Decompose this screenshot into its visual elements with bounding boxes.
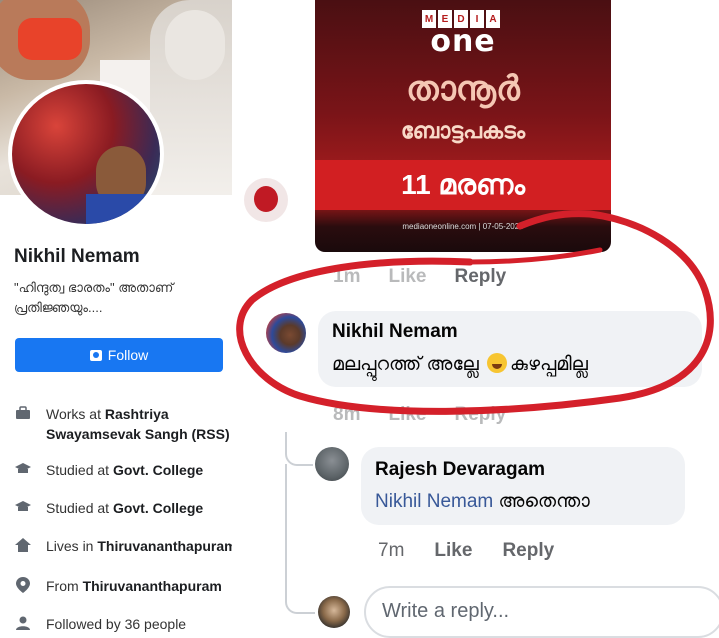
thread-connector	[285, 586, 315, 614]
info-row-education-2: Studied at Govt. College	[14, 498, 232, 518]
reply-input[interactable]: Write a reply...	[364, 586, 719, 638]
info-prefix: From	[46, 578, 83, 594]
comment-author[interactable]: Nikhil Nemam	[332, 321, 458, 343]
comment-text-part: കുഴപ്പമില്ല	[510, 354, 588, 375]
sticker-icon	[244, 178, 288, 222]
info-prefix: Lives in	[46, 538, 98, 554]
comment-author[interactable]: Rajesh Devaragam	[375, 459, 545, 481]
current-user-avatar	[318, 596, 350, 628]
home-icon	[14, 536, 32, 554]
comment-like-button[interactable]: Like	[388, 404, 426, 426]
info-prefix: Works at	[46, 406, 105, 422]
info-row-followers: Followed by 36 people	[14, 614, 232, 632]
news-logo-one: one	[430, 24, 496, 59]
comment-like-button[interactable]: Like	[434, 540, 472, 562]
cover-beard	[165, 10, 225, 80]
news-headline-event: ബോട്ടപകടം	[400, 118, 526, 143]
briefcase-icon	[14, 404, 32, 422]
post-meta-row: 1m Like Reply	[333, 266, 506, 288]
cover-face-mask	[18, 18, 82, 60]
reply-bubble: Rajesh Devaragam Nikhil Nemam അതെന്താ	[361, 447, 685, 525]
followers-icon	[14, 614, 32, 632]
thread-connector	[285, 440, 313, 466]
profile-bio: "ഹിന്ദുത്വ ഭാരതം" അതാണ് പ്രതിജ്ഞയും....	[14, 280, 174, 315]
avatar-photo	[12, 84, 160, 224]
news-death-toll-band: 11 മരണം	[315, 160, 611, 210]
comment-text-part: അതെന്താ	[498, 491, 590, 512]
info-value-education[interactable]: Govt. College	[113, 500, 203, 516]
info-value-followers[interactable]: Followed by 36 people	[46, 614, 186, 632]
avatar-shirt	[86, 194, 160, 224]
comment-reply-button[interactable]: Reply	[455, 404, 507, 426]
info-prefix: Studied at	[46, 462, 113, 478]
comment-text-part: മലപ്പുറത്ത് അല്ലേ	[332, 354, 479, 375]
info-row-lives-in: Lives in Thiruvananthapuram	[14, 536, 232, 556]
post-like-button[interactable]: Like	[388, 266, 426, 288]
post-time[interactable]: 1m	[333, 266, 360, 288]
news-headline-place: താനൂർ	[406, 70, 520, 108]
mention-link[interactable]: Nikhil Nemam	[375, 491, 493, 512]
profile-avatar[interactable]	[8, 80, 164, 228]
reply-placeholder: Write a reply...	[382, 600, 510, 622]
comment-time[interactable]: 7m	[378, 540, 404, 562]
commenter-avatar[interactable]	[266, 313, 306, 353]
thread-connector	[285, 464, 287, 594]
comment-bubble: Nikhil Nemam മലപ്പുറത്ത് അല്ലേ കുഴപ്പമില…	[318, 311, 702, 387]
info-value-from[interactable]: Thiruvananthapuram	[83, 578, 222, 594]
commenter-avatar[interactable]	[315, 447, 349, 481]
profile-name[interactable]: Nikhil Nemam	[14, 246, 140, 268]
comment-reply-button[interactable]: Reply	[502, 540, 554, 562]
laughing-emoji-icon	[487, 353, 508, 373]
follow-icon	[89, 349, 102, 361]
info-row-from: From Thiruvananthapuram	[14, 576, 232, 596]
graduation-cap-icon	[14, 498, 32, 516]
follow-button[interactable]: Follow	[15, 338, 223, 372]
comment-time[interactable]: 8m	[333, 404, 360, 426]
reply-meta-row: 7m Like Reply	[378, 540, 554, 562]
location-pin-icon	[14, 576, 32, 594]
follow-label: Follow	[107, 347, 149, 363]
post-reply-button[interactable]: Reply	[455, 266, 507, 288]
comment-meta-row: 8m Like Reply	[333, 404, 506, 426]
profile-sidebar: Nikhil Nemam "ഹിന്ദുത്വ ഭാരതം" അതാണ് പ്ര…	[0, 0, 232, 632]
shared-news-image[interactable]: M E D I A one താനൂർ ബോട്ടപകടം 11 മരണം me…	[315, 0, 611, 252]
comment-text: Nikhil Nemam അതെന്താ	[375, 491, 590, 513]
info-value-education[interactable]: Govt. College	[113, 462, 203, 478]
info-prefix: Studied at	[46, 500, 113, 516]
news-footer: mediaoneonline.com | 07-05-2023	[402, 222, 524, 231]
info-row-work: Works at Rashtriya Swayamsevak Sangh (RS…	[14, 404, 232, 444]
graduation-cap-icon	[14, 460, 32, 478]
comment-text: മലപ്പുറത്ത് അല്ലേ കുഴപ്പമില്ല	[332, 353, 588, 376]
info-row-education-1: Studied at Govt. College	[14, 460, 232, 480]
info-value-lives-in[interactable]: Thiruvananthapuram	[97, 538, 232, 554]
